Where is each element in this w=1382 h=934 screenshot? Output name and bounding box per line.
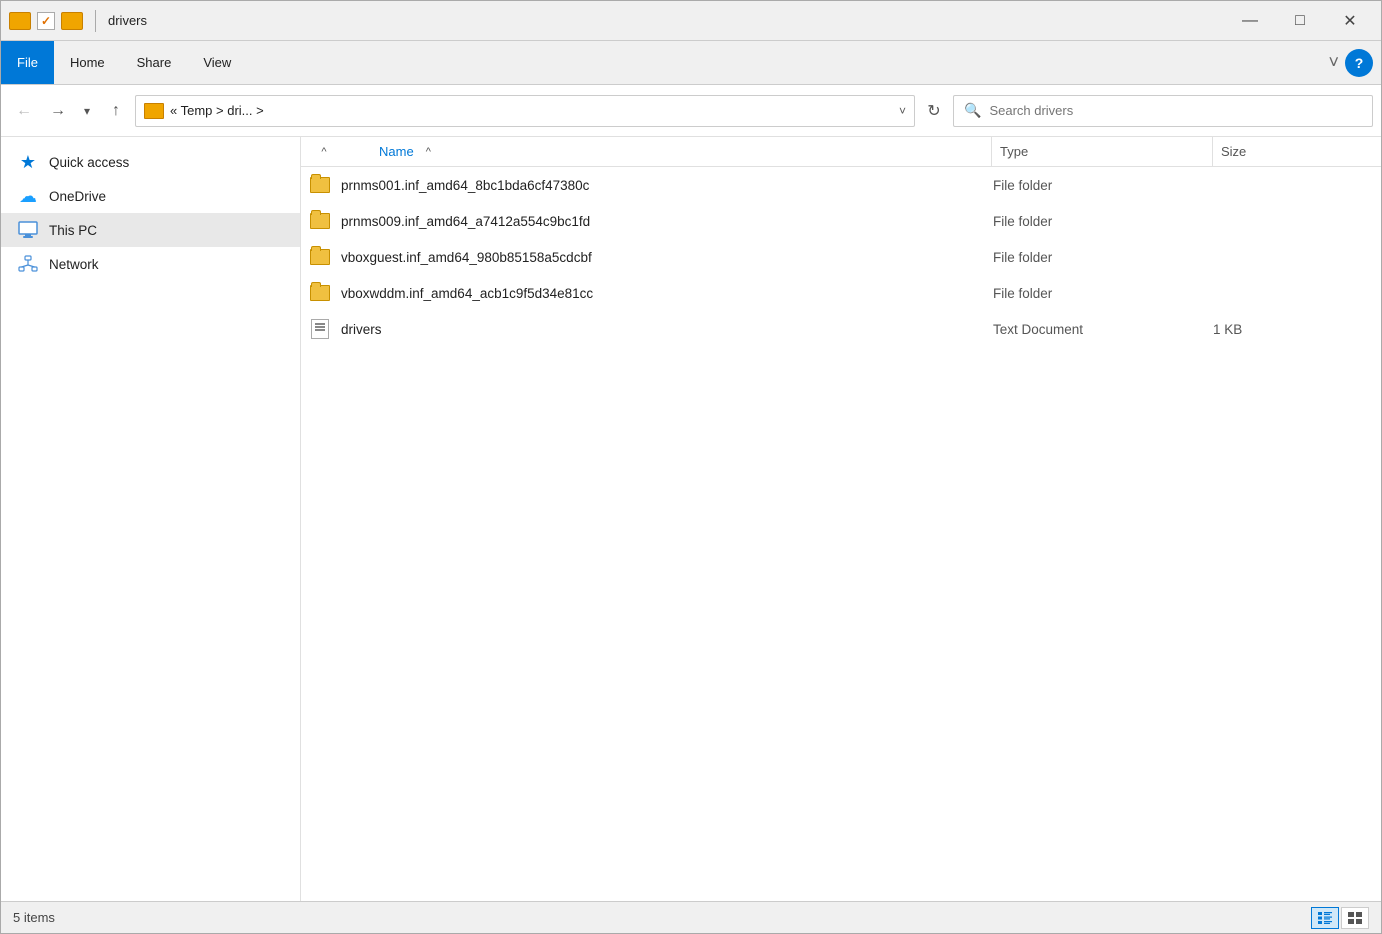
sidebar-item-label: Network [49,257,99,272]
file-list: prnms001.inf_amd64_8bc1bda6cf47380c File… [301,167,1381,901]
item-count: 5 items [13,910,55,925]
help-button[interactable]: ? [1345,49,1373,77]
close-button[interactable]: ✕ [1327,6,1373,36]
maximize-button[interactable]: □ [1277,6,1323,36]
sidebar: ★ Quick access ☁ OneDrive This PC [1,137,301,901]
sidebar-item-this-pc[interactable]: This PC [1,213,300,247]
file-type: File folder [993,178,1213,193]
address-bar-row: ← → ▾ ↑ « Temp > dri... > ˅ ↻ 🔍 [1,85,1381,137]
col-name-header[interactable]: Name ^ [339,144,991,159]
col-type-header[interactable]: Type [992,144,1212,159]
folder-icon [309,174,331,196]
tab-file[interactable]: File [1,41,54,84]
title-folder-icon [9,12,31,30]
file-name: vboxguest.inf_amd64_980b85158a5cdcbf [341,250,993,265]
sidebar-item-network[interactable]: Network [1,247,300,281]
title-bar-icons [9,10,102,32]
title-bar: drivers — □ ✕ [1,1,1381,41]
star-icon: ★ [17,151,39,173]
folder-icon [309,246,331,268]
view-buttons [1311,907,1369,929]
status-bar: 5 items [1,901,1381,933]
file-type: File folder [993,214,1213,229]
monitor-icon [17,219,39,241]
search-icon: 🔍 [964,102,981,119]
file-name: drivers [341,322,993,337]
title-separator [95,10,96,32]
file-name: prnms009.inf_amd64_a7412a554c9bc1fd [341,214,993,229]
address-dropdown-icon[interactable]: ˅ [899,104,906,118]
address-bar[interactable]: « Temp > dri... > ˅ [135,95,915,127]
sidebar-item-quick-access[interactable]: ★ Quick access [1,145,300,179]
sidebar-item-label: Quick access [49,155,129,170]
history-dropdown-button[interactable]: ▾ [77,96,97,126]
details-view-button[interactable] [1311,907,1339,929]
window-title: drivers [108,13,1227,28]
table-row[interactable]: vboxguest.inf_amd64_980b85158a5cdcbf Fil… [301,239,1381,275]
table-row[interactable]: prnms001.inf_amd64_8bc1bda6cf47380c File… [301,167,1381,203]
main-content: ★ Quick access ☁ OneDrive This PC [1,137,1381,901]
search-bar[interactable]: 🔍 [953,95,1373,127]
title-folder-icon2 [61,12,83,30]
search-input[interactable] [989,103,1362,118]
tab-view[interactable]: View [187,41,247,84]
file-name: prnms001.inf_amd64_8bc1bda6cf47380c [341,178,993,193]
file-type: Text Document [993,322,1213,337]
col-size-header[interactable]: Size [1213,144,1373,159]
table-row[interactable]: drivers Text Document 1 KB [301,311,1381,347]
ribbon: File Home Share View ˅ ? [1,41,1381,85]
folder-icon [309,210,331,232]
table-row[interactable]: vboxwddm.inf_amd64_acb1c9f5d34e81cc File… [301,275,1381,311]
folder-icon [309,282,331,304]
back-button[interactable]: ← [9,96,39,126]
forward-button[interactable]: → [43,96,73,126]
tab-share[interactable]: Share [121,41,188,84]
sidebar-item-onedrive[interactable]: ☁ OneDrive [1,179,300,213]
ribbon-right: ˅ ? [1328,49,1381,77]
file-type: File folder [993,286,1213,301]
minimize-button[interactable]: — [1227,6,1273,36]
file-name: vboxwddm.inf_amd64_acb1c9f5d34e81cc [341,286,993,301]
text-doc-icon [309,318,331,340]
title-doc-icon [37,12,55,30]
table-row[interactable]: prnms009.inf_amd64_a7412a554c9bc1fd File… [301,203,1381,239]
large-icons-view-button[interactable] [1341,907,1369,929]
sidebar-item-label: This PC [49,223,97,238]
network-icon [17,253,39,275]
file-size: 1 KB [1213,322,1373,337]
address-folder-icon [144,103,164,119]
ribbon-collapse-icon[interactable]: ˅ [1328,52,1339,73]
up-button[interactable]: ↑ [101,96,131,126]
tab-home[interactable]: Home [54,41,121,84]
file-list-area: ^ Name ^ Type Size prnms001.inf_amd64_8b… [301,137,1381,901]
cloud-icon: ☁ [17,185,39,207]
file-type: File folder [993,250,1213,265]
sidebar-item-label: OneDrive [49,189,106,204]
column-header-bar: ^ Name ^ Type Size [301,137,1381,167]
address-path: « Temp > dri... > [170,103,893,118]
sort-chevron-icon: ^ [426,146,431,158]
window-controls: — □ ✕ [1227,6,1373,36]
refresh-button[interactable]: ↻ [919,96,949,126]
